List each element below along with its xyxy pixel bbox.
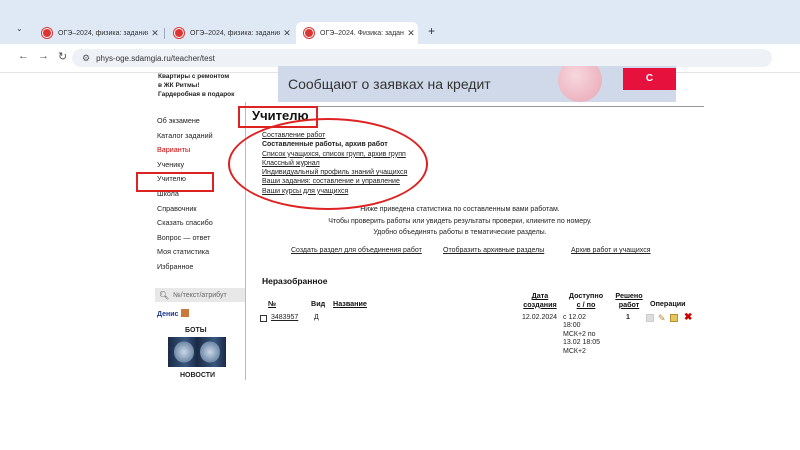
highlight-links-ellipse xyxy=(228,118,428,210)
col-header-solved[interactable]: Решено работ xyxy=(612,291,646,309)
ad-banner-graphic xyxy=(558,66,602,102)
sidebar-item-catalog[interactable]: Каталог заданий xyxy=(157,129,243,144)
close-tab-icon[interactable]: ✕ xyxy=(404,28,418,39)
new-tab-button[interactable]: + xyxy=(428,24,435,38)
url-text: phys-oge.sdamgia.ru/teacher/test xyxy=(96,53,215,63)
sidebar-item-faq[interactable]: Вопрос — ответ xyxy=(157,231,243,246)
tab-title: ОГЭ–2024, физика: задания, о xyxy=(58,29,148,37)
open-work-icon[interactable] xyxy=(260,315,267,322)
browser-tab-2[interactable]: ОГЭ–2024, физика: задания, о ✕ xyxy=(166,22,294,44)
note-icon[interactable] xyxy=(670,314,678,322)
edit-icon[interactable]: ✎ xyxy=(658,314,666,323)
work-access-line: МСК+2 по xyxy=(563,330,596,338)
highlight-sidebar-box xyxy=(136,172,214,192)
reload-button[interactable]: ↻ xyxy=(58,50,67,63)
back-button[interactable]: ← xyxy=(18,50,29,62)
info-text: Ниже приведена статистика по составленны… xyxy=(300,204,620,239)
work-date: 12.02.2024 xyxy=(522,314,558,321)
col-header-solved-line: работ xyxy=(618,299,640,309)
col-header-name[interactable]: Название xyxy=(333,299,367,309)
col-header-number[interactable]: № xyxy=(268,299,276,309)
bots-heading: БОТЫ xyxy=(185,327,207,334)
work-access-line: 18:00 xyxy=(563,322,581,330)
url-field[interactable]: ⚙ phys-oge.sdamgia.ru/teacher/test xyxy=(72,49,772,67)
col-header-ops: Операции xyxy=(650,299,686,308)
site-favicon-icon xyxy=(304,28,314,38)
ad-banner-text: Сообщают о заявках на кредит xyxy=(288,76,491,92)
robot-face-icon xyxy=(174,341,194,363)
ad-banner[interactable]: Сообщают о заявках на кредит С xyxy=(278,66,676,102)
site-favicon-icon xyxy=(174,28,184,38)
delete-icon[interactable]: ✖ xyxy=(684,313,692,323)
sidebar-item-about-exam[interactable]: Об экзамене xyxy=(157,114,243,129)
ad-text-left[interactable]: Квартиры с ремонтом в ЖК Ритмы! Гардероб… xyxy=(158,72,258,99)
create-section-link[interactable]: Создать раздел для объединения работ xyxy=(291,247,422,254)
col-header-access: Доступно с / по xyxy=(566,291,606,310)
sidebar-item-favorites[interactable]: Избранное xyxy=(157,260,243,275)
forward-button[interactable]: → xyxy=(38,50,49,62)
work-access-line: с 12.02 xyxy=(563,314,586,321)
archive-works-students-link[interactable]: Архив работ и учащихся xyxy=(571,247,651,254)
tab-separator xyxy=(164,28,165,39)
info-line: Чтобы проверить работы или увидеть резул… xyxy=(328,217,592,225)
sidebar-item-my-stats[interactable]: Моя статистика xyxy=(157,245,243,260)
ad-line: Квартиры с ремонтом xyxy=(158,73,230,80)
tab-search-icon[interactable]: ⌄ xyxy=(16,24,23,33)
tab-title: ОГЭ–2024, физика: задания, о xyxy=(190,29,280,37)
user-name[interactable]: Денис xyxy=(157,309,190,318)
info-line: Удобно объединять работы в тематические … xyxy=(373,229,547,236)
browser-tab-bar: ⌄ ОГЭ–2024, физика: задания, о ✕ ОГЭ–202… xyxy=(0,0,800,44)
site-favicon-icon xyxy=(42,28,52,38)
search-placeholder: №/текст/атрибут xyxy=(173,291,227,299)
col-header-date[interactable]: Дата создания xyxy=(520,291,560,309)
browser-tab-3-active[interactable]: ОГЭ–2024. Физика: задания, о ✕ xyxy=(296,22,418,44)
user-name-text: Денис xyxy=(157,311,179,318)
tab-title: ОГЭ–2024. Физика: задания, о xyxy=(320,29,404,37)
news-heading[interactable]: НОВОСТИ xyxy=(180,372,215,379)
ad-line: в ЖК Ритмы! xyxy=(158,82,200,89)
ad-banner-button[interactable]: С xyxy=(623,68,676,90)
site-settings-icon[interactable]: ⚙ xyxy=(82,53,90,64)
col-header-access-line[interactable]: с / по xyxy=(566,300,606,310)
search-input[interactable]: 🔍︎ №/текст/атрибут xyxy=(155,288,245,302)
work-solved: 1 xyxy=(626,314,630,321)
col-header-kind: Вид xyxy=(311,299,326,308)
robot-face-icon xyxy=(200,341,220,363)
sidebar: Об экзамене Каталог заданий Варианты Уче… xyxy=(157,114,243,275)
bots-image[interactable] xyxy=(168,337,226,367)
sidebar-item-thanks[interactable]: Сказать спасибо xyxy=(157,216,243,231)
show-archived-sections-link[interactable]: Отобразить архивные разделы xyxy=(443,247,544,254)
sidebar-item-reference[interactable]: Справочник xyxy=(157,202,243,217)
panel-title: Неразобранное xyxy=(262,276,328,286)
ad-line: Гардеробная в подарок xyxy=(158,91,235,98)
work-kind: Д xyxy=(314,314,319,321)
col-header-date-line: создания xyxy=(523,299,557,309)
work-number-link[interactable]: 3483957 xyxy=(271,314,298,322)
work-access-line: МСК+2 xyxy=(563,347,586,355)
close-tab-icon[interactable]: ✕ xyxy=(148,28,162,39)
select-checkbox[interactable] xyxy=(646,314,654,322)
book-icon xyxy=(181,309,190,317)
work-access-line: 13.02 18:05 xyxy=(563,339,600,347)
close-tab-icon[interactable]: ✕ xyxy=(280,28,294,39)
browser-tab-1[interactable]: ОГЭ–2024, физика: задания, о ✕ xyxy=(34,22,162,44)
work-access: с 12.02 18:00 МСК+2 по 13.02 18:05 МСК+2 xyxy=(563,314,613,356)
search-icon: 🔍︎ xyxy=(159,290,170,300)
